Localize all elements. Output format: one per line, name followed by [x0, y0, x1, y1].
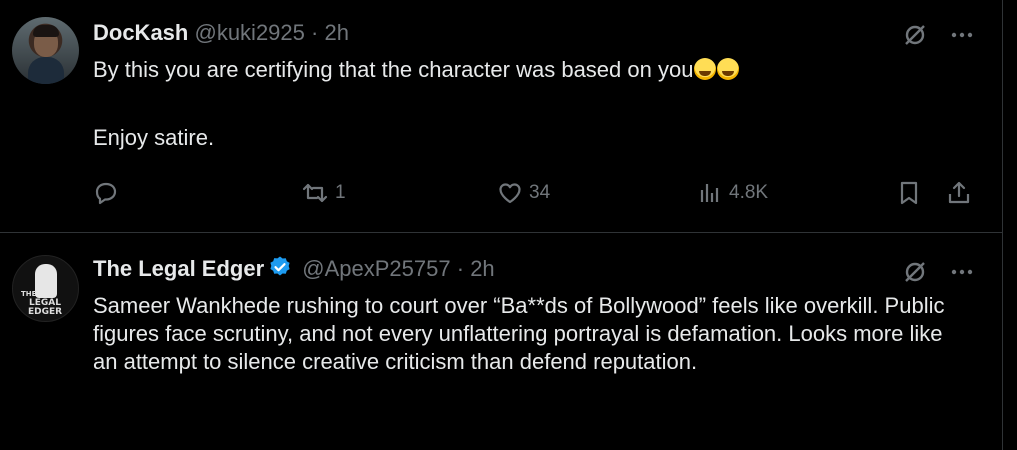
avatar-hair [33, 25, 59, 37]
timeline: DocKash @kuki2925 · 2h By this you are c… [0, 0, 1003, 450]
tweet-text: Sameer Wankhede rushing to court over “B… [93, 293, 945, 374]
tweet-header: The Legal Edger @ApexP25757 · 2h [93, 255, 495, 286]
reply-icon [93, 180, 119, 206]
user-handle[interactable]: @ApexP25757 [302, 256, 450, 281]
repost-button[interactable]: 1 [301, 180, 346, 206]
tweet-text: By this you are certifying that the char… [93, 56, 973, 84]
avatar-body [28, 57, 64, 84]
share-icon [946, 180, 972, 206]
share-button[interactable] [946, 180, 972, 206]
separator-dot: · [456, 256, 465, 281]
tweet[interactable]: DocKash @kuki2925 · 2h By this you are c… [0, 0, 1002, 233]
avatar-logo-text: THE LEGAL EDGER [19, 290, 71, 317]
display-name[interactable]: The Legal Edger [93, 256, 264, 281]
like-button[interactable]: 34 [497, 180, 550, 206]
user-handle[interactable]: @kuki2925 [194, 20, 304, 45]
grok-icon[interactable] [902, 22, 928, 48]
reply-button[interactable] [93, 180, 125, 206]
repost-count: 1 [335, 182, 346, 203]
more-icon[interactable] [950, 31, 974, 39]
bookmark-button[interactable] [896, 180, 922, 206]
tweet-top-actions [902, 22, 974, 48]
timestamp[interactable]: 2h [324, 20, 348, 45]
timestamp[interactable]: 2h [470, 256, 494, 281]
grok-icon[interactable] [902, 259, 928, 285]
heart-icon [497, 180, 523, 206]
verified-badge-icon [268, 255, 292, 286]
avatar-logo-line: EDGER [27, 307, 63, 317]
repost-icon [301, 180, 329, 206]
tweet-actions: 1 34 4.8K [93, 180, 981, 208]
analytics-icon [697, 180, 723, 206]
tweet-top-actions [902, 259, 974, 285]
tweet-header: DocKash @kuki2925 · 2h [93, 19, 349, 47]
more-icon[interactable] [950, 268, 974, 276]
display-name[interactable]: DocKash [93, 20, 188, 45]
views-count: 4.8K [729, 182, 769, 203]
tweet-text-line: By this you are certifying that the char… [93, 57, 694, 82]
tears-of-joy-emoji [717, 58, 740, 80]
tweet[interactable]: THE LEGAL EDGER The Legal Edger @ApexP25… [0, 233, 1002, 450]
bookmark-icon [896, 180, 922, 206]
separator-dot: · [311, 20, 319, 45]
column-divider [1002, 0, 1003, 450]
avatar[interactable] [12, 17, 79, 84]
tweet-text-line2: Enjoy satire. [93, 125, 215, 150]
grinning-sweat-emoji [694, 58, 717, 80]
avatar[interactable]: THE LEGAL EDGER [12, 255, 79, 322]
like-count: 34 [529, 182, 551, 203]
views-button[interactable]: 4.8K [697, 180, 768, 206]
